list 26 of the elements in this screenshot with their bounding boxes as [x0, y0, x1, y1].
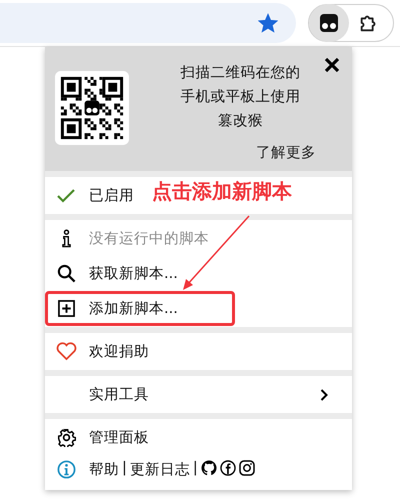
close-icon[interactable]: [324, 57, 340, 73]
menu-item[interactable]: 添加新脚本...: [45, 291, 235, 326]
info-icon: [56, 460, 76, 479]
instagram-icon[interactable]: [238, 460, 255, 476]
separator-text: |: [192, 460, 198, 476]
facebook-icon[interactable]: [220, 460, 236, 476]
footer-link[interactable]: 更新日志: [130, 460, 190, 479]
search-icon: [56, 264, 76, 283]
heart-icon: [56, 342, 76, 361]
settings-icon: [56, 428, 76, 447]
menu-item[interactable]: 已启用: [45, 178, 144, 213]
checkmark-icon: [57, 188, 75, 202]
star-icon[interactable]: [258, 13, 278, 33]
chevron-right-icon: [320, 388, 328, 400]
promo-message: 扫描二维码在您的手机或平板上使用篡改猴: [180, 64, 300, 131]
menu-item[interactable]: 获取新脚本...: [45, 256, 188, 291]
learn-more-link[interactable]: 了解更多: [256, 143, 316, 162]
info-icon: [62, 229, 70, 248]
menu-item[interactable]: 实用工具: [45, 377, 352, 412]
menu-item: 没有运行中的脚本: [45, 221, 219, 256]
add-icon: [58, 300, 74, 317]
extension-button[interactable]: [309, 4, 349, 42]
annotation-text: 点击添加新脚本: [152, 178, 292, 205]
separator-text: |: [122, 460, 127, 476]
github-icon[interactable]: [200, 460, 217, 476]
footer-link[interactable]: 帮助: [89, 460, 119, 479]
